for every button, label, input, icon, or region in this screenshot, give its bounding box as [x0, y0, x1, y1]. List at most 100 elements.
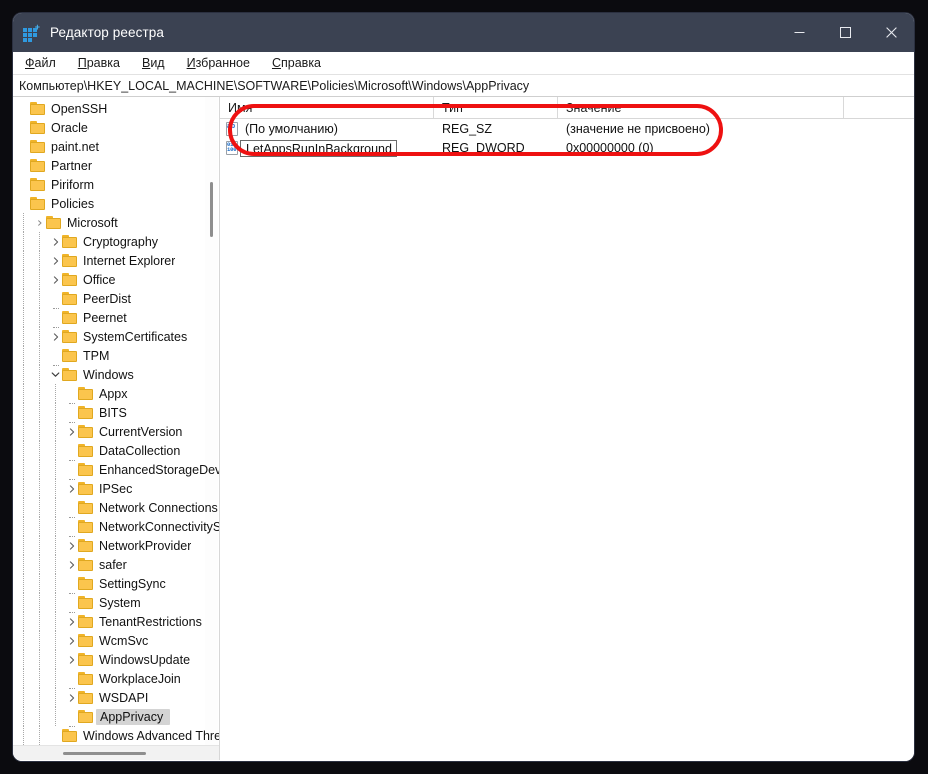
value-row[interactable]: 011100 LetAppsRunInBackground REG_DWORD 0x0… — [220, 138, 914, 157]
chevron-right-icon[interactable] — [49, 256, 62, 265]
tree-item-piriform[interactable]: Piriform — [13, 175, 219, 194]
chevron-right-icon[interactable] — [65, 617, 78, 626]
tree-item-settingsync[interactable]: SettingSync — [13, 574, 219, 594]
menu-label-rest: айл — [34, 56, 56, 70]
tree-horizontal-scroll-thumb[interactable] — [63, 752, 146, 755]
tree-item-windows-advanced-threat-p[interactable]: Windows Advanced Threat P — [13, 726, 219, 745]
tree-item-enhancedstoragedevices[interactable]: EnhancedStorageDevices — [13, 460, 219, 480]
tree-item-label: Piriform — [51, 177, 95, 192]
tree-item-networkprovider[interactable]: NetworkProvider — [13, 536, 219, 555]
folder-icon — [30, 140, 46, 153]
tree-item-appprivacy[interactable]: AppPrivacy — [13, 707, 219, 727]
tree-item-systemcertificates[interactable]: SystemCertificates — [13, 327, 219, 346]
tree-item-wcmsvc[interactable]: WcmSvc — [13, 631, 219, 650]
tree-item-network-connections[interactable]: Network Connections — [13, 498, 219, 518]
tree-item-internet-explorer[interactable]: Internet Explorer — [13, 251, 219, 270]
folder-icon — [78, 577, 94, 590]
tree-item-tpm[interactable]: TPM — [13, 346, 219, 366]
value-type: REG_SZ — [442, 121, 493, 136]
minimize-button[interactable] — [776, 13, 822, 52]
address-bar[interactable]: Компьютер\HKEY_LOCAL_MACHINE\SOFTWARE\Po… — [13, 75, 914, 97]
chevron-right-icon[interactable] — [65, 693, 78, 702]
folder-icon — [78, 558, 94, 571]
chevron-right-icon[interactable] — [65, 484, 78, 493]
tree-guide-line — [23, 669, 24, 688]
folder-icon — [78, 406, 94, 419]
column-header-value[interactable]: Значение — [558, 97, 844, 118]
tree-item-label: System — [99, 595, 141, 610]
menu-item-3[interactable]: Избранное — [187, 56, 250, 70]
column-header-name[interactable]: Имя — [220, 97, 434, 118]
tree-item-safer[interactable]: safer — [13, 555, 219, 574]
chevron-down-icon[interactable] — [33, 219, 46, 226]
tree-item-datacollection[interactable]: DataCollection — [13, 441, 219, 461]
title-bar: + Редактор реестра — [13, 13, 914, 52]
tree-item-windowsupdate[interactable]: WindowsUpdate — [13, 650, 219, 669]
chevron-right-icon[interactable] — [49, 332, 62, 341]
folder-icon — [62, 330, 78, 343]
tree-item-label: Partner — [51, 158, 92, 173]
tree-item-tenantrestrictions[interactable]: TenantRestrictions — [13, 612, 219, 631]
tree-item-paint-net[interactable]: paint.net — [13, 137, 219, 156]
tree-guide-line — [39, 479, 40, 498]
tree-item-partner[interactable]: Partner — [13, 156, 219, 175]
value-row[interactable]: ab (По умолчанию) REG_SZ (значение не присв… — [220, 119, 914, 138]
menu-item-0[interactable]: Файл — [25, 56, 56, 70]
tree-item-peernet[interactable]: Peernet — [13, 308, 219, 328]
chevron-right-icon[interactable] — [65, 560, 78, 569]
tree-item-office[interactable]: Office — [13, 270, 219, 289]
chevron-right-icon[interactable] — [49, 275, 62, 284]
tree-guide-line — [55, 555, 56, 574]
chevron-right-icon[interactable] — [65, 427, 78, 436]
tree-item-openssh[interactable]: OpenSSH — [13, 99, 219, 118]
tree-guide-line — [23, 403, 24, 422]
maximize-button[interactable] — [822, 13, 868, 52]
tree-item-currentversion[interactable]: CurrentVersion — [13, 422, 219, 441]
tree-guide-line — [39, 441, 40, 460]
tree-item-workplacejoin[interactable]: WorkplaceJoin — [13, 669, 219, 689]
chevron-down-icon[interactable] — [49, 370, 62, 379]
tree-item-policies[interactable]: Policies — [13, 194, 219, 213]
tree-item-label: Policies — [51, 196, 95, 211]
folder-icon — [62, 273, 78, 286]
folder-icon — [62, 368, 78, 381]
tree-item-peerdist[interactable]: PeerDist — [13, 289, 219, 309]
folder-icon — [78, 691, 94, 704]
tree-item-label: Office — [83, 272, 116, 287]
menu-label-rest: збранное — [195, 56, 250, 70]
tree-guide-line — [39, 631, 40, 650]
folder-icon — [78, 463, 94, 476]
tree-item-bits[interactable]: BITS — [13, 403, 219, 423]
tree-guide-line — [55, 517, 56, 536]
chevron-right-icon[interactable] — [49, 237, 62, 246]
tree-item-appx[interactable]: Appx — [13, 384, 219, 404]
tree-item-system[interactable]: System — [13, 593, 219, 613]
tree-guide-line — [55, 479, 56, 498]
column-header-type[interactable]: Тип — [434, 97, 558, 118]
menu-item-2[interactable]: Вид — [142, 56, 165, 70]
tree-item-wsdapi[interactable]: WSDAPI — [13, 688, 219, 707]
tree-horizontal-scrollbar[interactable] — [13, 745, 219, 760]
rename-value-input[interactable]: LetAppsRunInBackground — [240, 140, 397, 157]
tree-guide-line — [23, 384, 24, 403]
folder-icon — [62, 349, 78, 362]
folder-icon — [78, 387, 94, 400]
close-button[interactable] — [868, 13, 914, 52]
menu-item-1[interactable]: Правка — [78, 56, 120, 70]
value-name-cell[interactable]: ab (По умолчанию) — [220, 121, 434, 136]
menu-item-4[interactable]: Справка — [272, 56, 321, 70]
tree-item-windows[interactable]: Windows — [13, 365, 219, 384]
tree-item-ipsec[interactable]: IPSec — [13, 479, 219, 498]
chevron-right-icon[interactable] — [65, 541, 78, 550]
folder-icon — [30, 178, 46, 191]
tree-guide-line — [39, 346, 40, 365]
chevron-right-icon[interactable] — [65, 636, 78, 645]
tree-item-networkconnectivitystatu[interactable]: NetworkConnectivityStatu — [13, 517, 219, 537]
tree-guide-line — [39, 726, 40, 745]
tree-guide-line — [39, 270, 40, 289]
tree-item-oracle[interactable]: Oracle — [13, 118, 219, 137]
tree-item-microsoft[interactable]: Microsoft — [13, 213, 219, 232]
chevron-right-icon[interactable] — [65, 655, 78, 664]
tree-item-cryptography[interactable]: Cryptography — [13, 232, 219, 251]
values-column-headers: Имя Тип Значение — [220, 97, 914, 119]
